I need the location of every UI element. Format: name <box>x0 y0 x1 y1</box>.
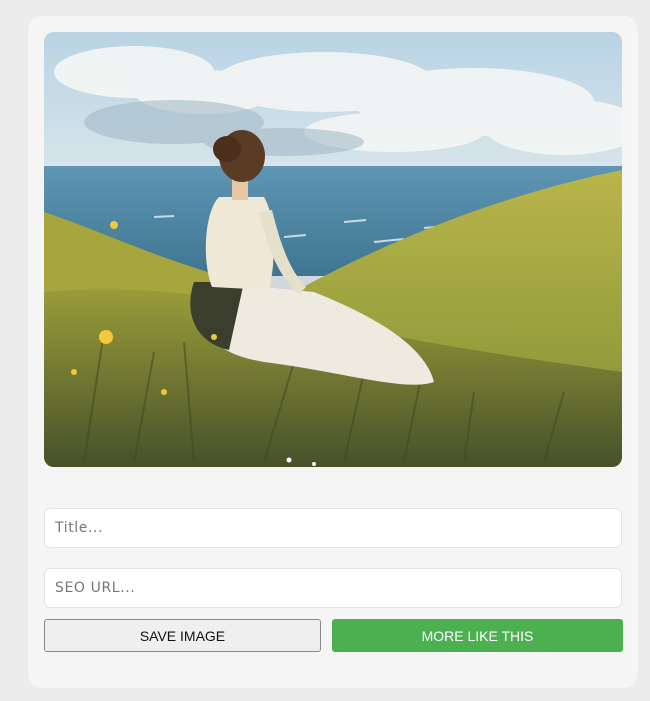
image-card: SAVE IMAGE MORE LIKE THIS <box>28 16 638 688</box>
title-input[interactable] <box>44 508 622 548</box>
seo-url-input[interactable] <box>44 568 622 608</box>
landscape-painting <box>44 32 622 467</box>
generated-image[interactable] <box>44 32 622 467</box>
save-image-button[interactable]: SAVE IMAGE <box>44 619 321 652</box>
more-like-this-button[interactable]: MORE LIKE THIS <box>332 619 623 652</box>
